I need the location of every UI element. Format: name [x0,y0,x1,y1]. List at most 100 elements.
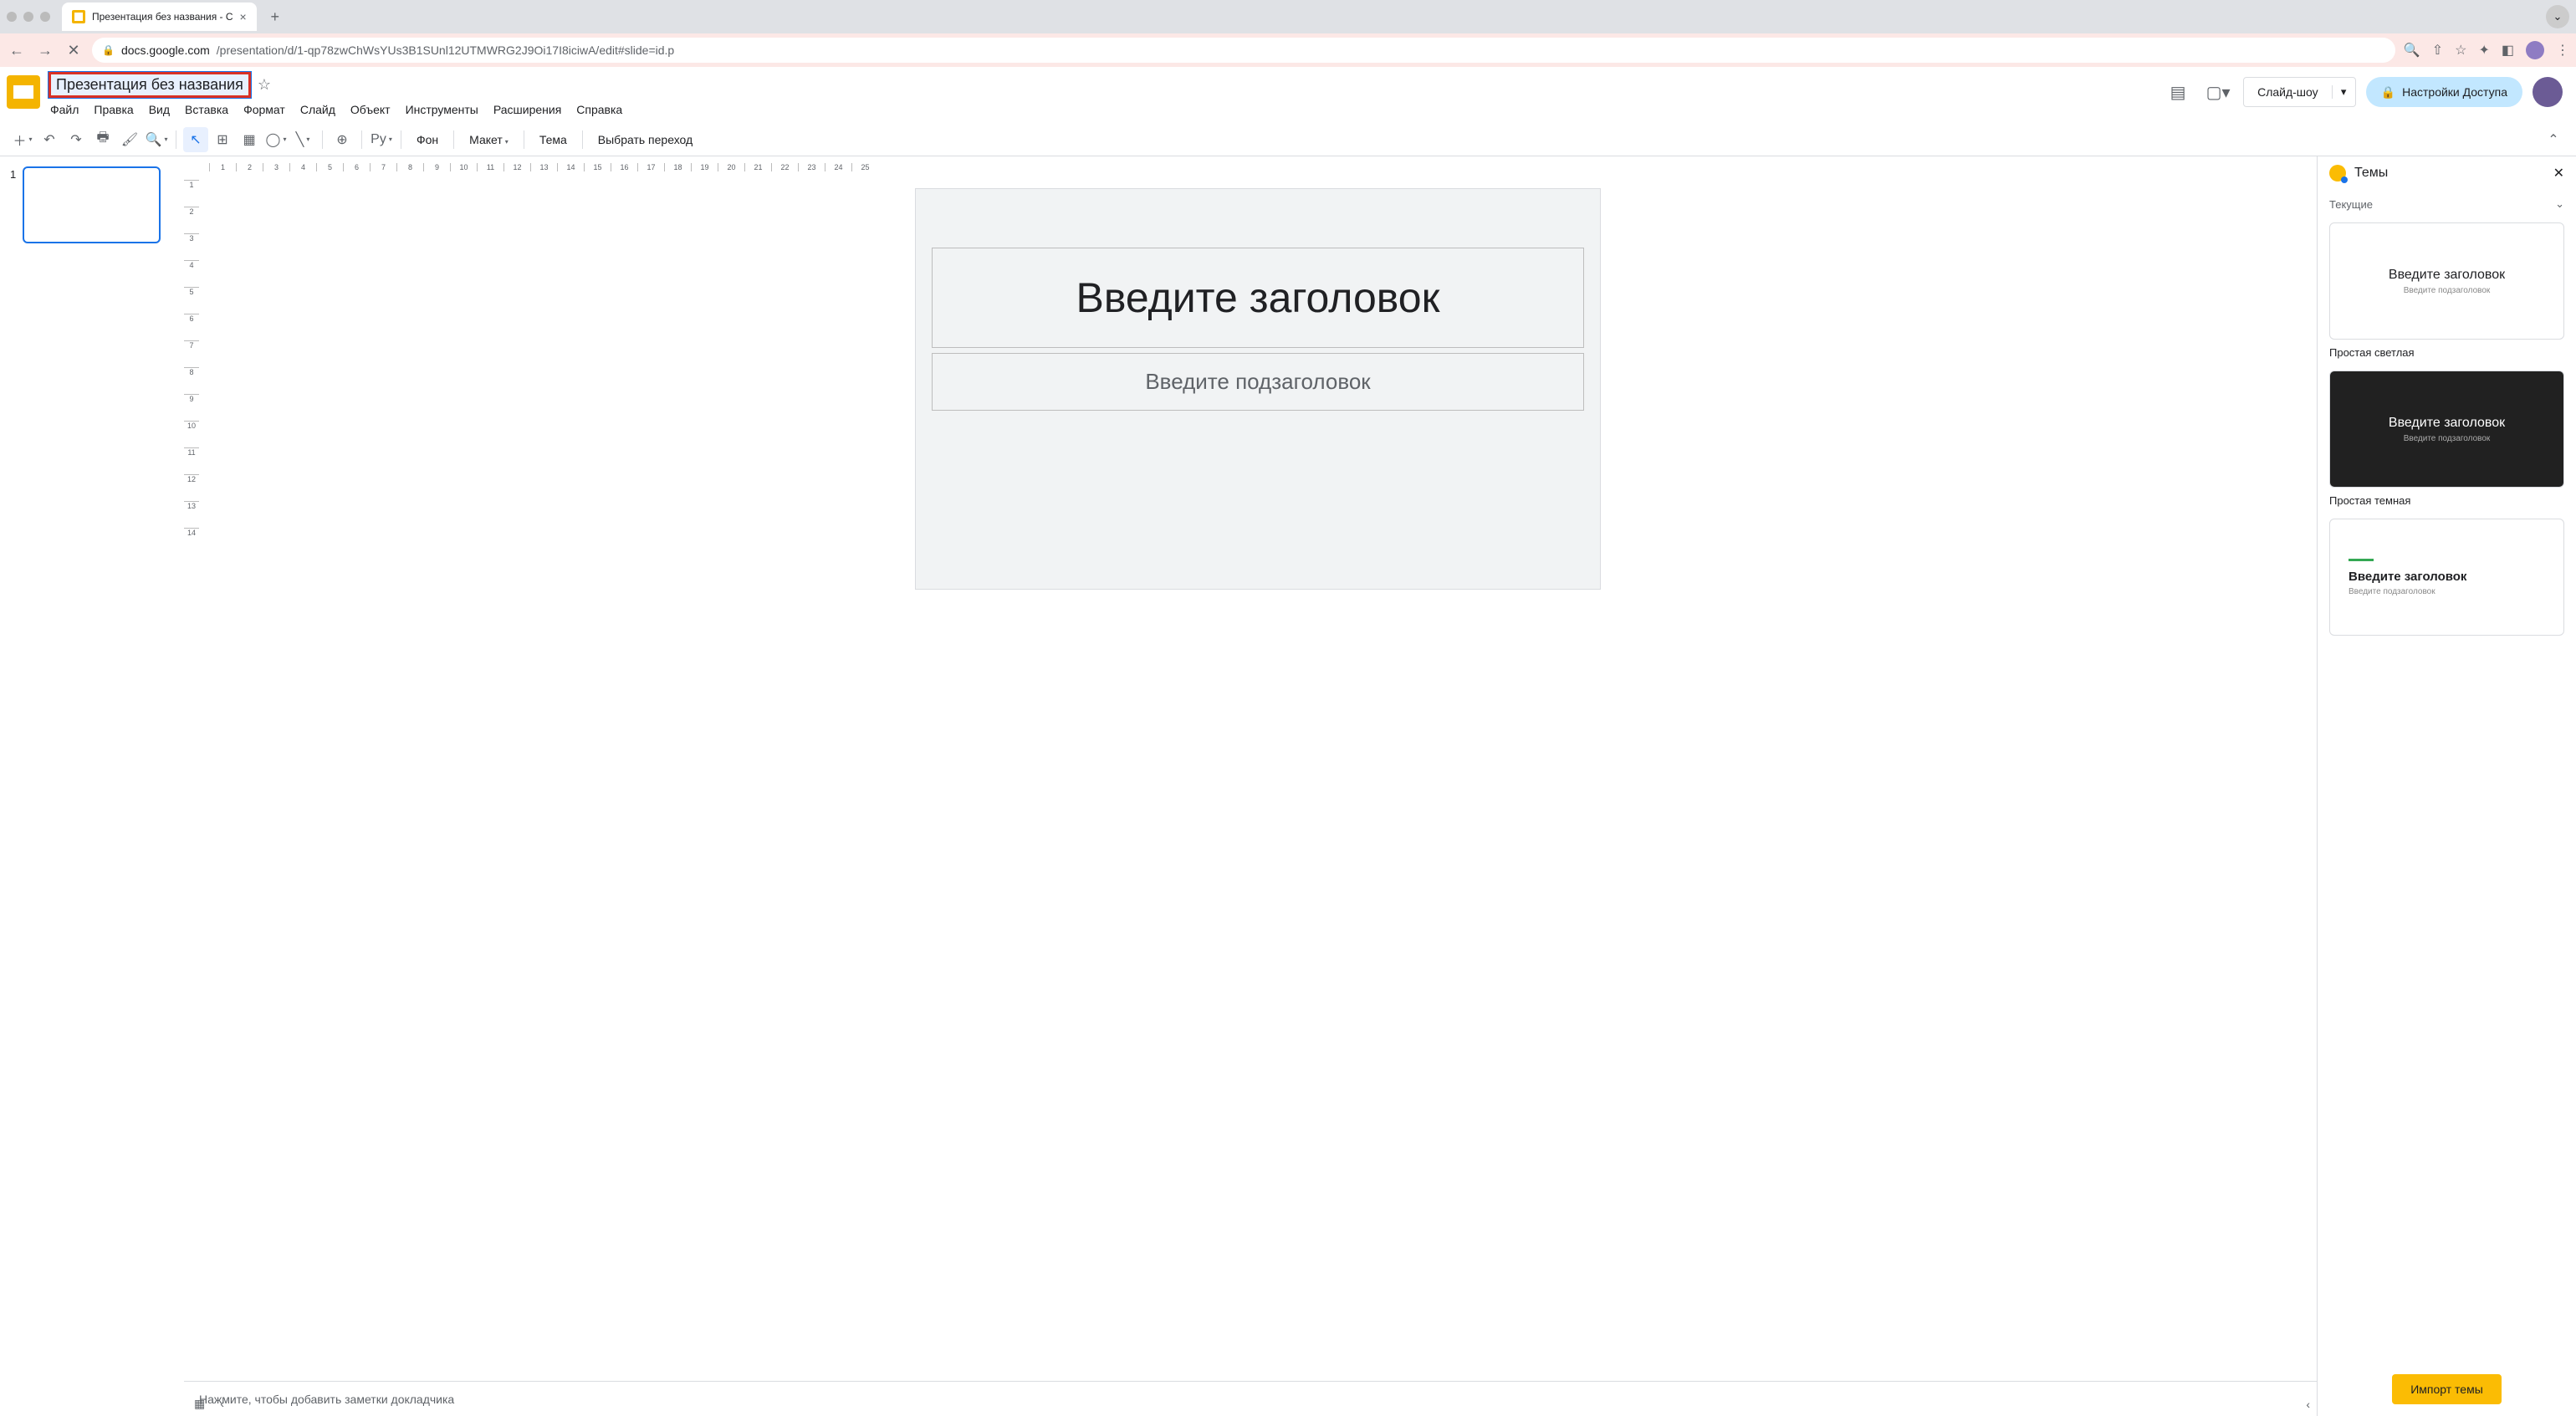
extensions-icon[interactable]: ✦ [2478,42,2489,59]
profile-avatar-icon[interactable] [2526,41,2544,59]
tab-close-icon[interactable]: × [240,10,247,23]
print-button[interactable]: 🖶 [90,127,115,152]
undo-button[interactable]: ↶ [37,127,62,152]
window-controls [7,12,50,22]
menu-help[interactable]: Справка [576,103,622,116]
background-button[interactable]: Фон [408,133,447,146]
speaker-notes[interactable]: Нажмите, чтобы добавить заметки докладчи… [184,1381,2317,1416]
menu-slide[interactable]: Слайд [300,103,335,116]
theme-card-light[interactable]: Введите заголовок Введите подзаголовок [2329,222,2564,340]
tab-overflow-button[interactable]: ⌄ [2546,5,2569,28]
theme-accent [2349,559,2374,561]
zoom-icon[interactable]: 🔍 [2404,42,2420,59]
doc-title-input[interactable]: Презентация без названия [49,72,251,98]
line-tool[interactable]: ╲ [290,127,315,152]
select-tool[interactable]: ↖ [183,127,208,152]
window-maximize[interactable] [40,12,50,22]
share-url-icon[interactable]: ⇧ [2432,42,2443,59]
comment-insert-button[interactable]: ⊕ [330,127,355,152]
image-tool[interactable]: ▦ [237,127,262,152]
slideshow-button-group: Слайд-шоу ▾ [2243,77,2356,107]
share-label: Настройки Доступа [2402,85,2507,99]
main-area: 1 12345678910111213141516171819202122232… [0,156,2576,1416]
lock-icon: 🔒 [102,44,115,56]
themes-current-label: Текущие [2329,198,2373,211]
forward-button[interactable]: → [35,42,55,59]
menu-tools[interactable]: Инструменты [406,103,478,116]
menu-bar: Файл Правка Вид Вставка Формат Слайд Объ… [49,98,2154,123]
theme-card-streamline[interactable]: Введите заголовок Введите подзаголовок [2329,519,2564,636]
slide[interactable]: Введите заголовок Введите подзаголовок [915,188,1601,590]
ruler-horizontal: 1234567891011121314151617181920212223242… [184,156,2317,171]
speaker-notes-placeholder: Нажмите, чтобы добавить заметки докладчи… [199,1393,454,1406]
filmstrip-prev-icon[interactable]: ‹ [220,1397,224,1411]
menu-insert[interactable]: Вставка [185,103,228,116]
menu-file[interactable]: Файл [50,103,79,116]
separator [453,130,454,149]
menu-extensions[interactable]: Расширения [493,103,561,116]
new-tab-button[interactable]: + [263,5,287,28]
menu-view[interactable]: Вид [149,103,170,116]
account-avatar[interactable] [2533,77,2563,107]
title-placeholder[interactable]: Введите заголовок [932,248,1584,348]
panel-close-icon[interactable]: ✕ [2553,165,2564,181]
comments-button[interactable]: ▤ [2163,77,2193,107]
present-camera-button[interactable]: ▢▾ [2203,77,2233,107]
toolbar-collapse-button[interactable]: ⌃ [2541,127,2566,152]
zoom-button[interactable]: 🔍 [144,127,169,152]
theme-button[interactable]: Тема [531,133,575,146]
share-button[interactable]: 🔒 Настройки Доступа [2366,77,2522,107]
subtitle-placeholder[interactable]: Введите подзаголовок [932,353,1584,411]
import-theme-button[interactable]: Импорт темы [2392,1374,2502,1404]
theme-card-dark[interactable]: Введите заголовок Введите подзаголовок [2329,371,2564,488]
tab-title: Презентация без названия - С [92,11,233,23]
toolbar: ＋ ↶ ↷ 🖶 🖌 🔍 ↖ ⊞ ▦ ◯ ╲ ⊕ Pу Фон Макет Тем… [0,123,2576,156]
bookmark-icon[interactable]: ☆ [2455,42,2466,59]
theme-label: Простая темная [2329,494,2564,507]
explore-collapse-icon[interactable]: ‹ [2306,1398,2310,1411]
chevron-down-icon: ⌄ [2555,197,2564,211]
url-host: docs.google.com [121,43,210,57]
grid-view-icon[interactable]: ▦ [194,1397,205,1411]
slideshow-button[interactable]: Слайд-шоу [2244,85,2332,99]
menu-format[interactable]: Формат [243,103,285,116]
star-button[interactable]: ☆ [258,76,271,94]
slide-canvas[interactable]: Введите заголовок Введите подзаголовок [199,171,2317,1381]
shape-tool[interactable]: ◯ [263,127,289,152]
ruler-vertical: 1234567891011121314 [184,171,199,1381]
menu-edit[interactable]: Правка [94,103,133,116]
browser-menu-icon[interactable]: ⋮ [2556,42,2569,59]
paint-format-button[interactable]: 🖌 [117,127,142,152]
slides-logo-icon[interactable] [7,75,40,109]
slideshow-dropdown[interactable]: ▾ [2332,85,2355,99]
slide-thumbnail[interactable] [23,166,161,243]
redo-button[interactable]: ↷ [64,127,89,152]
app-header: Презентация без названия ☆ Файл Правка В… [0,67,2576,123]
side-panel-icon[interactable]: ◧ [2502,42,2514,59]
new-slide-button[interactable]: ＋ [10,127,35,152]
lock-icon: 🔒 [2381,85,2395,100]
palette-icon [2329,165,2346,181]
themes-panel: Темы ✕ Текущие ⌄ Введите заголовок Введи… [2317,156,2576,1416]
slides-favicon-icon [72,10,85,23]
separator [322,130,323,149]
layout-button[interactable]: Макет [461,133,517,146]
separator [361,130,362,149]
stop-reload-button[interactable]: ✕ [64,42,84,59]
separator [582,130,583,149]
url-path: /presentation/d/1-qp78zwChWsYUs3B1SUnl12… [217,43,674,57]
address-bar[interactable]: 🔒 docs.google.com/presentation/d/1-qp78z… [92,38,2395,63]
themes-panel-title: Темы [2354,166,2388,181]
browser-tab[interactable]: Презентация без названия - С × [62,3,257,31]
window-minimize[interactable] [23,12,33,22]
back-button[interactable]: ← [7,42,27,59]
format-button[interactable]: Pу [369,127,394,152]
browser-toolbar: ← → ✕ 🔒 docs.google.com/presentation/d/1… [0,33,2576,67]
themes-list: Введите заголовок Введите подзаголовок П… [2318,217,2576,1367]
themes-current-toggle[interactable]: Текущие ⌄ [2318,191,2576,217]
filmstrip: 1 [0,156,184,1416]
textbox-tool[interactable]: ⊞ [210,127,235,152]
menu-object[interactable]: Объект [350,103,391,116]
window-close[interactable] [7,12,17,22]
transition-button[interactable]: Выбрать переход [590,133,701,146]
